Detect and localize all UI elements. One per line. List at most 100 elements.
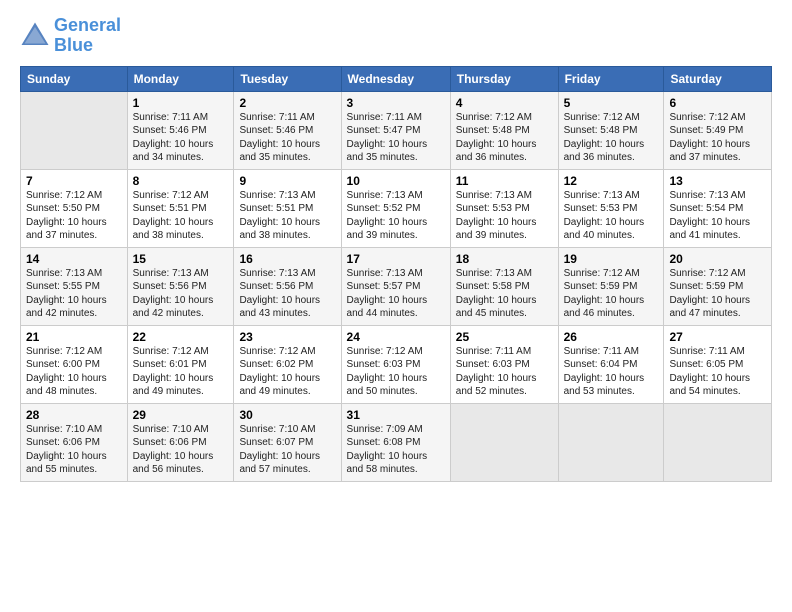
calendar-cell: 1Sunrise: 7:11 AM Sunset: 5:46 PM Daylig… [127, 91, 234, 169]
day-info: Sunrise: 7:13 AM Sunset: 5:51 PM Dayligh… [239, 189, 335, 243]
day-info: Sunrise: 7:10 AM Sunset: 6:06 PM Dayligh… [26, 423, 122, 477]
day-info: Sunrise: 7:10 AM Sunset: 6:06 PM Dayligh… [133, 423, 229, 477]
day-number: 29 [133, 408, 229, 422]
calendar-cell: 7Sunrise: 7:12 AM Sunset: 5:50 PM Daylig… [21, 169, 128, 247]
header: General Blue [20, 16, 772, 56]
day-info: Sunrise: 7:12 AM Sunset: 5:48 PM Dayligh… [456, 111, 553, 165]
week-row-3: 14Sunrise: 7:13 AM Sunset: 5:55 PM Dayli… [21, 247, 772, 325]
day-number: 18 [456, 252, 553, 266]
day-info: Sunrise: 7:13 AM Sunset: 5:54 PM Dayligh… [669, 189, 766, 243]
calendar-cell: 26Sunrise: 7:11 AM Sunset: 6:04 PM Dayli… [558, 325, 664, 403]
calendar-cell: 3Sunrise: 7:11 AM Sunset: 5:47 PM Daylig… [341, 91, 450, 169]
calendar-cell: 17Sunrise: 7:13 AM Sunset: 5:57 PM Dayli… [341, 247, 450, 325]
day-number: 15 [133, 252, 229, 266]
day-number: 20 [669, 252, 766, 266]
day-number: 31 [347, 408, 445, 422]
day-info: Sunrise: 7:13 AM Sunset: 5:52 PM Dayligh… [347, 189, 445, 243]
week-row-2: 7Sunrise: 7:12 AM Sunset: 5:50 PM Daylig… [21, 169, 772, 247]
column-header-saturday: Saturday [664, 66, 772, 91]
column-header-monday: Monday [127, 66, 234, 91]
page-container: General Blue SundayMondayTuesdayWednesda… [0, 0, 792, 492]
day-number: 23 [239, 330, 335, 344]
day-number: 4 [456, 96, 553, 110]
column-header-wednesday: Wednesday [341, 66, 450, 91]
day-number: 24 [347, 330, 445, 344]
day-info: Sunrise: 7:11 AM Sunset: 5:46 PM Dayligh… [133, 111, 229, 165]
day-number: 7 [26, 174, 122, 188]
day-number: 19 [564, 252, 659, 266]
day-number: 10 [347, 174, 445, 188]
day-info: Sunrise: 7:11 AM Sunset: 6:03 PM Dayligh… [456, 345, 553, 399]
day-info: Sunrise: 7:11 AM Sunset: 5:47 PM Dayligh… [347, 111, 445, 165]
calendar-cell: 14Sunrise: 7:13 AM Sunset: 5:55 PM Dayli… [21, 247, 128, 325]
day-info: Sunrise: 7:11 AM Sunset: 6:04 PM Dayligh… [564, 345, 659, 399]
day-info: Sunrise: 7:11 AM Sunset: 5:46 PM Dayligh… [239, 111, 335, 165]
calendar-cell: 16Sunrise: 7:13 AM Sunset: 5:56 PM Dayli… [234, 247, 341, 325]
calendar-cell: 11Sunrise: 7:13 AM Sunset: 5:53 PM Dayli… [450, 169, 558, 247]
day-info: Sunrise: 7:12 AM Sunset: 6:02 PM Dayligh… [239, 345, 335, 399]
calendar-cell: 12Sunrise: 7:13 AM Sunset: 5:53 PM Dayli… [558, 169, 664, 247]
calendar-cell: 15Sunrise: 7:13 AM Sunset: 5:56 PM Dayli… [127, 247, 234, 325]
calendar-cell: 6Sunrise: 7:12 AM Sunset: 5:49 PM Daylig… [664, 91, 772, 169]
day-number: 14 [26, 252, 122, 266]
week-row-1: 1Sunrise: 7:11 AM Sunset: 5:46 PM Daylig… [21, 91, 772, 169]
calendar-cell: 20Sunrise: 7:12 AM Sunset: 5:59 PM Dayli… [664, 247, 772, 325]
week-row-4: 21Sunrise: 7:12 AM Sunset: 6:00 PM Dayli… [21, 325, 772, 403]
calendar-cell: 19Sunrise: 7:12 AM Sunset: 5:59 PM Dayli… [558, 247, 664, 325]
day-info: Sunrise: 7:09 AM Sunset: 6:08 PM Dayligh… [347, 423, 445, 477]
day-info: Sunrise: 7:13 AM Sunset: 5:53 PM Dayligh… [456, 189, 553, 243]
calendar-cell: 2Sunrise: 7:11 AM Sunset: 5:46 PM Daylig… [234, 91, 341, 169]
day-number: 26 [564, 330, 659, 344]
column-header-thursday: Thursday [450, 66, 558, 91]
day-number: 28 [26, 408, 122, 422]
day-info: Sunrise: 7:13 AM Sunset: 5:58 PM Dayligh… [456, 267, 553, 321]
calendar-cell [664, 403, 772, 481]
column-header-tuesday: Tuesday [234, 66, 341, 91]
calendar-cell: 28Sunrise: 7:10 AM Sunset: 6:06 PM Dayli… [21, 403, 128, 481]
day-number: 12 [564, 174, 659, 188]
day-number: 21 [26, 330, 122, 344]
day-info: Sunrise: 7:12 AM Sunset: 5:51 PM Dayligh… [133, 189, 229, 243]
calendar-cell: 5Sunrise: 7:12 AM Sunset: 5:48 PM Daylig… [558, 91, 664, 169]
day-info: Sunrise: 7:12 AM Sunset: 5:49 PM Dayligh… [669, 111, 766, 165]
calendar-cell: 21Sunrise: 7:12 AM Sunset: 6:00 PM Dayli… [21, 325, 128, 403]
day-number: 30 [239, 408, 335, 422]
day-number: 5 [564, 96, 659, 110]
day-info: Sunrise: 7:12 AM Sunset: 6:00 PM Dayligh… [26, 345, 122, 399]
day-info: Sunrise: 7:13 AM Sunset: 5:56 PM Dayligh… [239, 267, 335, 321]
day-info: Sunrise: 7:11 AM Sunset: 6:05 PM Dayligh… [669, 345, 766, 399]
day-number: 1 [133, 96, 229, 110]
calendar-cell [21, 91, 128, 169]
calendar-cell: 22Sunrise: 7:12 AM Sunset: 6:01 PM Dayli… [127, 325, 234, 403]
calendar-cell: 31Sunrise: 7:09 AM Sunset: 6:08 PM Dayli… [341, 403, 450, 481]
calendar-cell: 30Sunrise: 7:10 AM Sunset: 6:07 PM Dayli… [234, 403, 341, 481]
day-info: Sunrise: 7:13 AM Sunset: 5:53 PM Dayligh… [564, 189, 659, 243]
calendar-table: SundayMondayTuesdayWednesdayThursdayFrid… [20, 66, 772, 482]
day-number: 11 [456, 174, 553, 188]
calendar-cell: 27Sunrise: 7:11 AM Sunset: 6:05 PM Dayli… [664, 325, 772, 403]
day-number: 8 [133, 174, 229, 188]
day-info: Sunrise: 7:12 AM Sunset: 5:50 PM Dayligh… [26, 189, 122, 243]
column-header-friday: Friday [558, 66, 664, 91]
day-number: 27 [669, 330, 766, 344]
logo-text: General Blue [54, 16, 121, 56]
calendar-cell: 24Sunrise: 7:12 AM Sunset: 6:03 PM Dayli… [341, 325, 450, 403]
calendar-cell [450, 403, 558, 481]
day-number: 13 [669, 174, 766, 188]
day-info: Sunrise: 7:12 AM Sunset: 5:59 PM Dayligh… [669, 267, 766, 321]
day-number: 3 [347, 96, 445, 110]
calendar-cell: 23Sunrise: 7:12 AM Sunset: 6:02 PM Dayli… [234, 325, 341, 403]
day-number: 9 [239, 174, 335, 188]
calendar-cell: 8Sunrise: 7:12 AM Sunset: 5:51 PM Daylig… [127, 169, 234, 247]
day-info: Sunrise: 7:12 AM Sunset: 6:03 PM Dayligh… [347, 345, 445, 399]
calendar-body: 1Sunrise: 7:11 AM Sunset: 5:46 PM Daylig… [21, 91, 772, 481]
calendar-cell: 29Sunrise: 7:10 AM Sunset: 6:06 PM Dayli… [127, 403, 234, 481]
day-info: Sunrise: 7:12 AM Sunset: 5:59 PM Dayligh… [564, 267, 659, 321]
column-header-sunday: Sunday [21, 66, 128, 91]
day-number: 6 [669, 96, 766, 110]
day-info: Sunrise: 7:13 AM Sunset: 5:56 PM Dayligh… [133, 267, 229, 321]
calendar-cell: 18Sunrise: 7:13 AM Sunset: 5:58 PM Dayli… [450, 247, 558, 325]
day-info: Sunrise: 7:12 AM Sunset: 6:01 PM Dayligh… [133, 345, 229, 399]
calendar-cell: 10Sunrise: 7:13 AM Sunset: 5:52 PM Dayli… [341, 169, 450, 247]
calendar-cell: 13Sunrise: 7:13 AM Sunset: 5:54 PM Dayli… [664, 169, 772, 247]
